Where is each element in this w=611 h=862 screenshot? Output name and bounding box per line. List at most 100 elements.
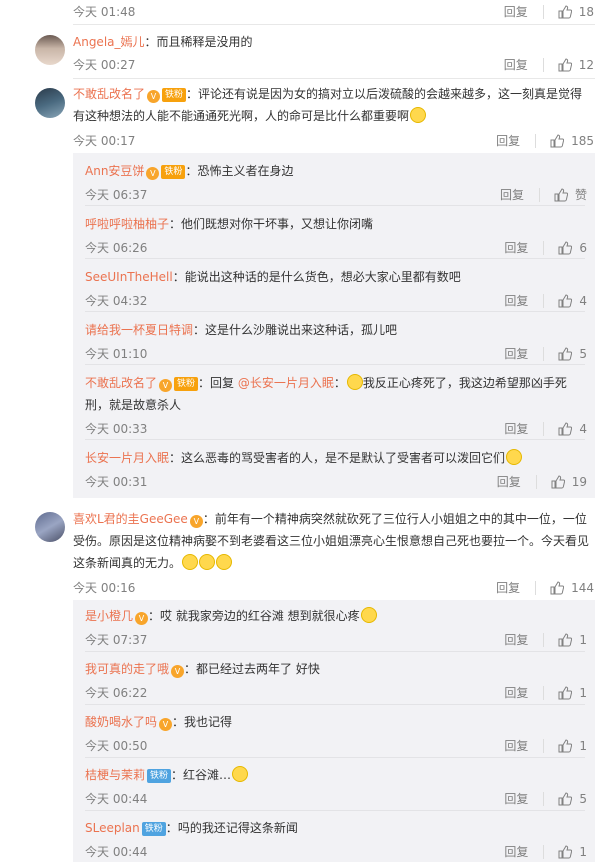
username[interactable]: 酸奶喝水了吗 [85, 715, 157, 729]
username[interactable]: Ann安豆饼 [85, 164, 144, 178]
reply-button[interactable]: 回复 [504, 420, 528, 437]
reply-button[interactable]: 回复 [504, 345, 528, 362]
reply-text: 恐怖主义者在身边 [197, 164, 294, 178]
like-button[interactable]: 5 [558, 792, 587, 806]
avatar[interactable] [35, 512, 65, 542]
reply-button[interactable]: 回复 [500, 186, 524, 203]
reply-button[interactable]: 回复 [504, 684, 528, 701]
username[interactable]: SLeeplan [85, 821, 140, 835]
avatar[interactable] [35, 35, 65, 65]
like-button[interactable]: 12 [558, 58, 594, 72]
like-button[interactable]: 4 [558, 294, 587, 308]
reply-list: Ann安豆饼 V 铁粉 ：恐怖主义者在身边 今天 06:37 回复 赞 呼啦呼啦柚柚子… [73, 153, 595, 498]
username[interactable]: 请给我一杯夏日特调 [85, 323, 193, 337]
username[interactable]: 呼啦呼啦柚柚子 [85, 217, 169, 231]
reply-text: 都已经过去两年了 好快 [196, 662, 320, 676]
thumb-up-icon [558, 293, 573, 307]
thumb-up-icon [558, 685, 573, 699]
reply-time: 今天 01:10 [85, 347, 148, 361]
comment-text: 而且稀释是没用的 [156, 35, 253, 49]
reply-button[interactable]: 回复 [504, 239, 528, 256]
vip-icon: V [159, 379, 173, 392]
reply-text: 红谷滩… [183, 768, 232, 782]
thumb-up-icon [558, 57, 572, 71]
reply-time: 今天 04:32 [85, 294, 148, 308]
username[interactable]: 是小橙几 [85, 609, 133, 623]
comment-time: 今天 01:48 [73, 5, 136, 19]
username[interactable]: SeeUInTheHell [85, 270, 173, 284]
thumb-up-icon [558, 844, 573, 858]
like-button[interactable]: 1 [558, 686, 587, 700]
vip-icon: V [171, 665, 185, 678]
like-count: 赞 [574, 188, 587, 202]
username[interactable]: 喜欢L君的圭GeeGee [73, 512, 188, 526]
like-count: 4 [579, 293, 587, 308]
reply-time: 今天 00:50 [85, 739, 148, 753]
vip-icon: V [189, 515, 203, 528]
thumb-up-icon [558, 421, 573, 435]
reply-button[interactable]: 回复 [497, 473, 521, 490]
mention-link[interactable]: @长安一片月入眠 [238, 376, 334, 390]
thumb-up-icon [551, 474, 565, 488]
like-count: 5 [579, 791, 587, 806]
emoji-icon [346, 374, 363, 390]
like-count: 4 [579, 421, 587, 436]
reply-button[interactable]: 回复 [504, 631, 528, 648]
like-count: 1 [579, 685, 587, 700]
reply-text: 这是什么沙雕说出来这种话，孤儿吧 [205, 323, 398, 337]
reply-button[interactable]: 回复 [504, 737, 528, 754]
reply-button[interactable]: 回复 [504, 292, 528, 309]
vip-icon: V [135, 612, 149, 625]
emoji-icon [360, 607, 377, 623]
username[interactable]: 长安一片月入眠 [85, 451, 169, 465]
comment-actions: 回复 144 [496, 579, 594, 596]
like-button[interactable]: 185 [550, 134, 594, 148]
like-button[interactable]: 1 [558, 739, 587, 753]
like-button[interactable]: 赞 [554, 186, 587, 203]
reply-time: 今天 06:26 [85, 241, 148, 255]
like-button[interactable]: 1 [558, 845, 587, 859]
like-count: 5 [579, 346, 587, 361]
username[interactable]: 不敢乱改名了 [85, 376, 157, 390]
vip-icon: V [146, 167, 160, 180]
username[interactable]: 我可真的走了哦 [85, 662, 169, 676]
like-count: 1 [579, 738, 587, 753]
like-button[interactable]: 19 [551, 475, 587, 489]
like-button[interactable]: 18 [558, 5, 594, 19]
thumb-up-icon [558, 632, 573, 646]
reply-time: 今天 07:37 [85, 633, 148, 647]
reply-text: 他们既想对你干坏事，又想让你闭嘴 [181, 217, 374, 231]
emoji-icon [216, 554, 233, 570]
reply-text: 能说出这种话的是什么货色，想必大家心里都有数吧 [184, 270, 461, 284]
reply-list: 是小橙几 V ：哎 就我家旁边的红谷滩 想到就很心疼 今天 07:37 回复 1 我… [73, 600, 595, 862]
like-button[interactable]: 4 [558, 422, 587, 436]
like-button[interactable]: 1 [558, 633, 587, 647]
like-button[interactable]: 144 [550, 581, 594, 595]
comment-actions: 回复 185 [496, 132, 594, 149]
reply-time: 今天 06:37 [85, 188, 148, 202]
thumb-up-icon [558, 4, 572, 18]
reply-button[interactable]: 回复 [504, 56, 528, 73]
reply-button[interactable]: 回复 [504, 3, 528, 20]
reply-button[interactable]: 回复 [504, 790, 528, 807]
reply-button[interactable]: 回复 [496, 579, 520, 596]
emoji-icon [232, 766, 249, 782]
username[interactable]: 桔梗与茉莉 [85, 768, 145, 782]
thumb-up-icon [554, 187, 568, 201]
reply-time: 今天 00:44 [85, 845, 148, 859]
fan-badge: 铁粉 [162, 88, 187, 102]
username[interactable]: Angela_嫣儿 [73, 35, 145, 49]
reply-button[interactable]: 回复 [496, 132, 520, 149]
reply-text: 我也记得 [184, 715, 233, 729]
reply-time: 今天 06:22 [85, 686, 148, 700]
fan-badge: 铁粉 [174, 377, 199, 391]
reply-button[interactable]: 回复 [504, 843, 528, 860]
avatar[interactable] [35, 88, 65, 118]
username[interactable]: 不敢乱改名了 [73, 87, 145, 101]
like-button[interactable]: 6 [558, 241, 587, 255]
emoji-icon [410, 107, 427, 123]
like-button[interactable]: 5 [558, 347, 587, 361]
fan-badge: 铁粉 [141, 822, 166, 836]
thumb-up-icon [550, 580, 565, 594]
emoji-icon [182, 554, 199, 570]
